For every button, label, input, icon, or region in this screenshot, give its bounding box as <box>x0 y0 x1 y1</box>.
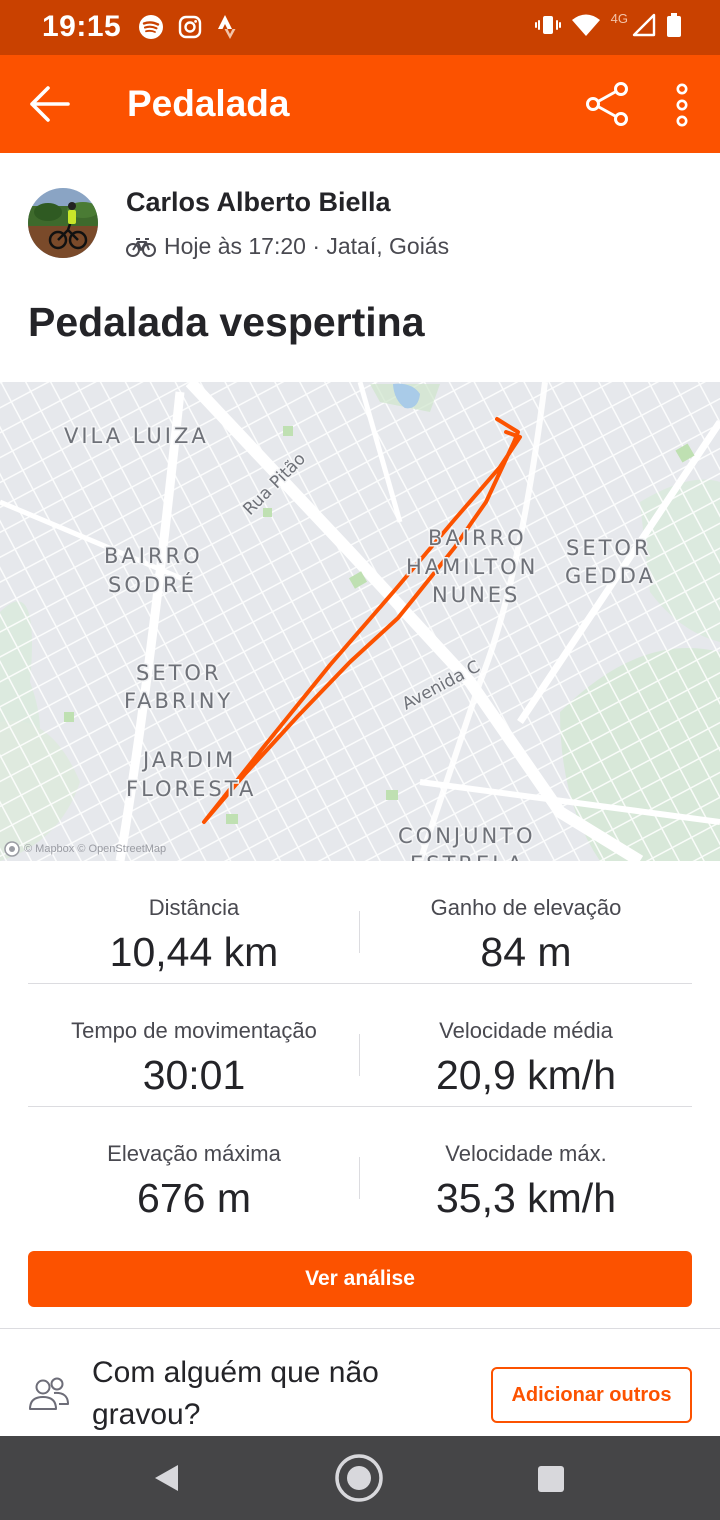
stat-label: Ganho de elevação <box>430 895 622 920</box>
stat-label: Velocidade média <box>439 1018 613 1043</box>
stats-grid: Distância 10,44 km Ganho de elevação 84 … <box>28 861 692 1230</box>
stat-avg-speed: Velocidade média 20,9 km/h <box>360 984 692 1099</box>
nav-recents-icon[interactable] <box>537 1465 565 1493</box>
map-label-setor-fabriny-2: FABRINY <box>124 689 233 713</box>
signal-icon <box>632 13 656 37</box>
page-title: Pedalada <box>127 83 290 124</box>
stat-label: Velocidade máx. <box>445 1141 607 1166</box>
bike-icon <box>126 237 156 257</box>
map-label-setor-gedda-1: SETOR <box>566 536 652 560</box>
strava-icon <box>218 15 236 39</box>
vibrate-icon <box>534 16 561 34</box>
group-icon <box>29 1377 69 1410</box>
map-label-jardim-floresta-2: FLORESTA <box>126 777 256 801</box>
map-label-vila-luiza: VILA LUIZA <box>64 424 209 448</box>
map-label-bairro-hamilton-3: NUNES <box>432 583 520 607</box>
view-analysis-button[interactable]: Ver análise <box>28 1251 692 1307</box>
activity-title: Pedalada vespertina <box>28 299 425 345</box>
stat-value: 30:01 <box>142 1052 246 1098</box>
status-bar: 19:15 4G <box>0 0 720 55</box>
stat-max-speed: Velocidade máx. 35,3 km/h <box>360 1107 692 1222</box>
share-icon[interactable] <box>585 82 629 126</box>
map-attribution-text: © Mapbox © OpenStreetMap <box>24 843 167 855</box>
system-nav-bar <box>0 1436 720 1520</box>
nav-back-icon[interactable] <box>152 1463 180 1493</box>
stat-value: 84 m <box>480 929 572 975</box>
add-others-button[interactable]: Adicionar outros <box>491 1367 692 1423</box>
status-time: 19:15 <box>42 10 122 43</box>
stat-value: 35,3 km/h <box>435 1175 617 1221</box>
avatar-image <box>28 188 98 258</box>
stat-value: 10,44 km <box>109 929 279 975</box>
stats-row: Distância 10,44 km Ganho de elevação 84 … <box>28 861 692 984</box>
activity-meta: Hoje às 17:20 · Jataí, Goiás <box>126 233 449 260</box>
map-label-bairro-hamilton-2: HAMILTON <box>406 555 538 579</box>
divider <box>0 1328 720 1329</box>
stats-row: Elevação máxima 676 m Velocidade máx. 35… <box>28 1107 692 1230</box>
stat-value: 676 m <box>137 1175 251 1221</box>
avatar[interactable] <box>28 188 98 258</box>
network-type: 4G <box>610 10 628 26</box>
nav-home-icon[interactable] <box>334 1453 384 1503</box>
map-label-setor-fabriny-1: SETOR <box>136 661 222 685</box>
wifi-icon <box>571 14 600 36</box>
arrow-left-icon[interactable] <box>26 82 72 126</box>
with-others-prompt: Com alguém que não gravou? <box>92 1356 379 1431</box>
map-attribution[interactable]: © Mapbox © OpenStreetMap <box>4 841 166 857</box>
instagram-icon <box>178 15 202 39</box>
activity-header: Carlos Alberto Biella Hoje às 17:20 · Ja… <box>0 153 720 382</box>
app-bar: Pedalada <box>0 55 720 153</box>
route-map[interactable]: VILA LUIZA BAIRRO SODRÉ BAIRRO HAMILTON … <box>0 382 720 861</box>
map-label-setor-gedda-2: GEDDA <box>565 564 656 588</box>
mapbox-logo-icon <box>4 841 20 857</box>
status-right-icons: 4G <box>534 10 682 38</box>
map-label-bairro-sodre-2: SODRÉ <box>108 572 197 597</box>
athlete-name[interactable]: Carlos Alberto Biella <box>126 187 391 218</box>
stat-elevation-gain: Ganho de elevação 84 m <box>360 861 692 976</box>
map-label-bairro-sodre-1: BAIRRO <box>104 544 203 568</box>
stat-distance: Distância 10,44 km <box>28 861 360 976</box>
stat-value: 20,9 km/h <box>435 1052 617 1098</box>
status-left-icons <box>138 14 238 40</box>
map-canvas: VILA LUIZA BAIRRO SODRÉ BAIRRO HAMILTON … <box>0 382 720 861</box>
spotify-icon <box>139 15 163 39</box>
stat-label: Tempo de movimentação <box>71 1018 317 1043</box>
map-label-conjunto-estrela-2: ESTRELA <box>410 852 525 861</box>
map-label-conjunto-estrela-1: CONJUNTO <box>398 824 536 848</box>
activity-date-location: Hoje às 17:20 · Jataí, Goiás <box>164 233 450 259</box>
stats-row: Tempo de movimentação 30:01 Velocidade m… <box>28 984 692 1107</box>
stat-label: Distância <box>148 895 240 920</box>
battery-icon <box>667 13 681 37</box>
stat-moving-time: Tempo de movimentação 30:01 <box>28 984 360 1099</box>
map-label-jardim-floresta-1: JARDIM <box>141 748 236 772</box>
stat-label: Elevação máxima <box>107 1141 281 1166</box>
stat-max-elevation: Elevação máxima 676 m <box>28 1107 360 1222</box>
map-label-bairro-hamilton-1: BAIRRO <box>428 526 527 550</box>
more-vertical-icon[interactable] <box>664 81 700 129</box>
